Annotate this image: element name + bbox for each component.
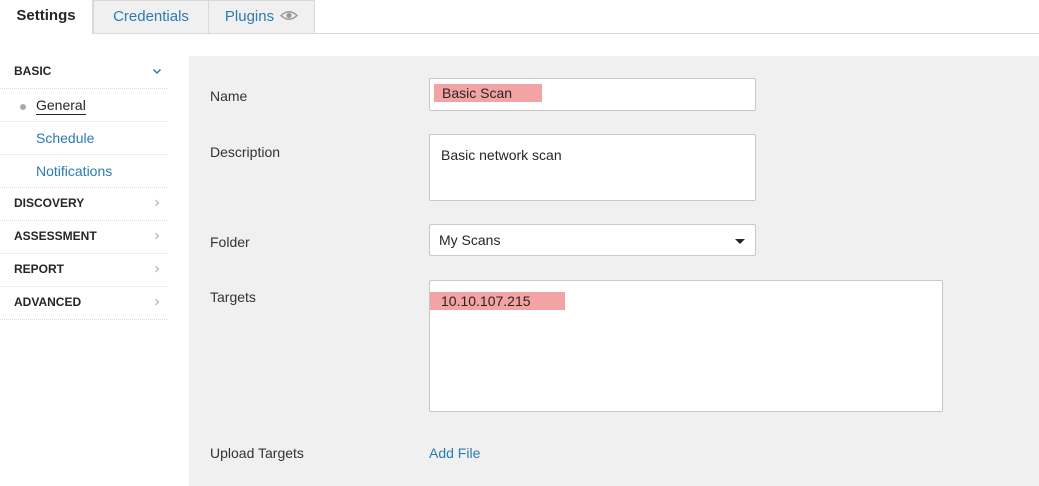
folder-label: Folder xyxy=(210,234,250,250)
targets-value: 10.10.107.215 xyxy=(430,292,565,310)
sidebar-section-report[interactable]: REPORT xyxy=(0,254,167,287)
sidebar-section-assessment[interactable]: ASSESSMENT xyxy=(0,221,167,254)
active-dot-icon xyxy=(20,104,26,110)
folder-select[interactable]: My Scans xyxy=(429,224,756,256)
settings-sidebar: BASIC General Schedule Notifications DIS… xyxy=(0,56,167,320)
sidebar-section-basic-label: BASIC xyxy=(14,64,52,78)
tab-bar-divider xyxy=(0,33,1039,34)
chevron-right-icon xyxy=(155,199,160,207)
sidebar-section-basic[interactable]: BASIC xyxy=(0,56,167,89)
sidebar-section-advanced-label: ADVANCED xyxy=(14,295,82,309)
tab-credentials[interactable]: Credentials xyxy=(93,0,209,33)
sidebar-item-general-label: General xyxy=(36,97,86,115)
sidebar-section-discovery[interactable]: DISCOVERY xyxy=(0,188,167,221)
name-label: Name xyxy=(210,88,248,104)
name-value: Basic Scan xyxy=(434,84,543,102)
sidebar-item-general[interactable]: General xyxy=(0,89,167,122)
sidebar-item-schedule-label: Schedule xyxy=(36,130,95,146)
sidebar-section-report-label: REPORT xyxy=(14,262,65,276)
upload-targets-label: Upload Targets xyxy=(210,445,304,461)
eye-icon[interactable] xyxy=(279,1,299,32)
description-textarea[interactable]: Basic network scan xyxy=(429,134,756,201)
sidebar-item-notifications-label: Notifications xyxy=(36,163,113,179)
sidebar-section-advanced[interactable]: ADVANCED xyxy=(0,287,167,320)
sidebar-item-notifications[interactable]: Notifications xyxy=(0,155,167,188)
settings-form-panel: Name Basic Scan Description Basic networ… xyxy=(189,56,1039,486)
chevron-right-icon xyxy=(155,265,160,273)
sidebar-section-discovery-label: DISCOVERY xyxy=(14,196,85,210)
chevron-right-icon xyxy=(155,298,160,306)
chevron-right-icon xyxy=(155,232,160,240)
add-file-link[interactable]: Add File xyxy=(429,445,480,461)
tab-plugins-label: Plugins xyxy=(224,8,275,25)
tab-bar: Settings Credentials Plugins xyxy=(0,0,1039,34)
description-label: Description xyxy=(210,144,281,160)
caret-down-icon xyxy=(735,239,745,244)
chevron-down-icon[interactable] xyxy=(151,65,163,77)
description-value: Basic network scan xyxy=(441,147,562,163)
sidebar-item-schedule[interactable]: Schedule xyxy=(0,122,167,155)
targets-label: Targets xyxy=(210,289,256,305)
name-input[interactable]: Basic Scan xyxy=(429,78,756,111)
folder-value: My Scans xyxy=(439,232,501,248)
sidebar-section-assessment-label: ASSESSMENT xyxy=(14,229,97,243)
targets-textarea[interactable]: 10.10.107.215 xyxy=(429,280,943,412)
tab-settings[interactable]: Settings xyxy=(0,0,93,34)
tab-plugins[interactable]: Plugins xyxy=(208,0,315,33)
